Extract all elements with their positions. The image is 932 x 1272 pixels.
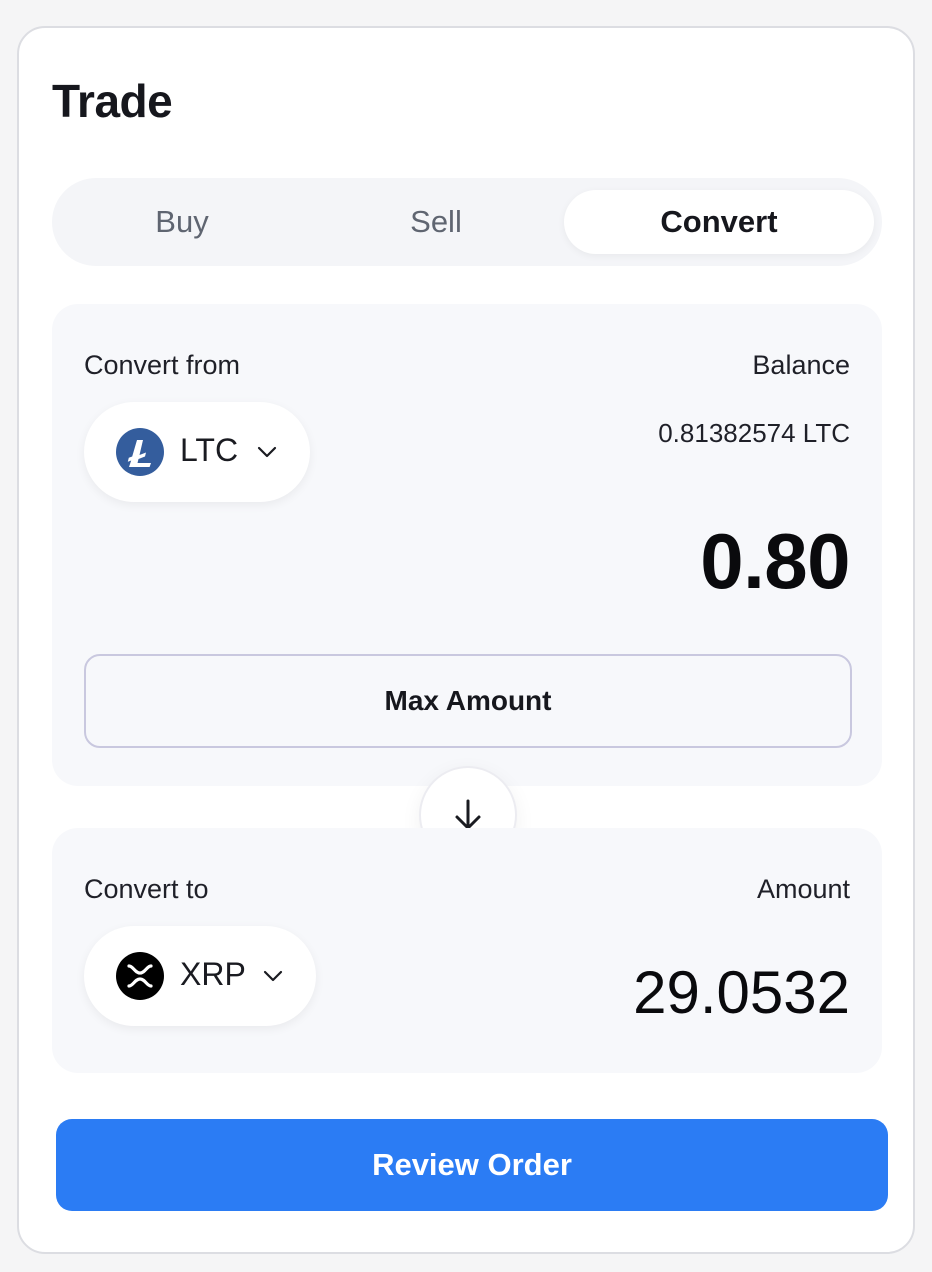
from-amount[interactable]: 0.80 (700, 516, 850, 607)
to-coin-symbol: XRP (180, 956, 246, 992)
xrp-icon (116, 952, 164, 1000)
chevron-down-icon (262, 965, 284, 987)
tab-buy[interactable]: Buy (52, 190, 312, 254)
from-coin-symbol: LTC (180, 432, 239, 468)
convert-from-panel: Convert from Balance LTC 0.81382574 LTC … (52, 304, 882, 786)
to-amount: 29.0532 (633, 959, 850, 1026)
page-title: Trade (52, 75, 173, 127)
amount-label: Amount (756, 874, 850, 904)
max-amount-button[interactable]: Max Amount (84, 654, 852, 748)
balance-label: Balance (752, 350, 850, 380)
trade-card: Trade Buy Sell Convert Convert from Bala… (17, 26, 915, 1254)
to-coin-selector[interactable]: XRP (84, 926, 316, 1026)
review-order-button[interactable]: Review Order (56, 1119, 888, 1211)
convert-to-label: Convert to (84, 874, 209, 904)
chevron-down-icon (256, 441, 278, 463)
tab-convert[interactable]: Convert (564, 190, 874, 254)
convert-to-panel: Convert to Amount XRP 29.0532 (52, 828, 882, 1073)
trade-tabs: Buy Sell Convert (52, 178, 882, 266)
convert-from-label: Convert from (84, 350, 241, 380)
from-coin-selector[interactable]: LTC (84, 402, 310, 502)
litecoin-icon (116, 428, 164, 476)
balance-value: 0.81382574 LTC (658, 418, 850, 448)
tab-sell[interactable]: Sell (306, 190, 566, 254)
